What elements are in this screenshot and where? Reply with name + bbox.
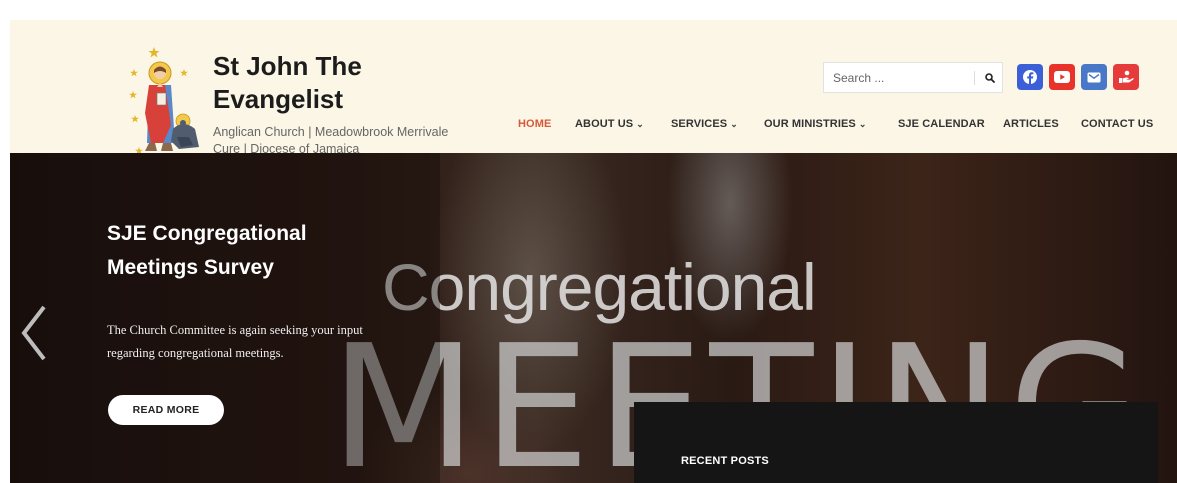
- youtube-icon: [1054, 71, 1070, 83]
- search-button[interactable]: [976, 63, 1003, 92]
- email-icon: [1087, 72, 1101, 82]
- read-more-button[interactable]: READ MORE: [108, 395, 224, 425]
- slider-prev-arrow-icon[interactable]: [20, 303, 50, 363]
- email-button[interactable]: [1081, 64, 1107, 90]
- site-title[interactable]: St John The Evangelist: [213, 50, 453, 116]
- slide-title[interactable]: SJE Congregational Meetings Survey: [107, 217, 367, 285]
- nav-services[interactable]: SERVICES ⌄: [671, 118, 738, 130]
- search-divider: [974, 71, 975, 85]
- search-input[interactable]: [824, 63, 974, 92]
- nav-about-us[interactable]: ABOUT US ⌄: [575, 118, 644, 130]
- nav-articles[interactable]: ARTICLES: [1003, 118, 1059, 130]
- nav-home[interactable]: HOME: [518, 118, 551, 130]
- chevron-down-icon: ⌄: [636, 118, 644, 129]
- search-box: [823, 62, 1003, 93]
- nav-sje-calendar[interactable]: SJE CALENDAR: [898, 118, 985, 130]
- church-logo[interactable]: [127, 43, 203, 163]
- recent-posts-widget: RECENT POSTS: [634, 402, 1158, 483]
- site-header: St John The Evangelist Anglican Church |…: [10, 20, 1177, 156]
- hero-slider: Congregational MEETING SJE Congregationa…: [10, 153, 1177, 483]
- nav-our-ministries-label: OUR MINISTRIES: [764, 118, 856, 130]
- donate-icon: [1119, 70, 1134, 83]
- chevron-down-icon: ⌄: [858, 118, 867, 129]
- donate-button[interactable]: [1113, 64, 1139, 90]
- hero-overlay: [10, 153, 440, 483]
- facebook-button[interactable]: [1017, 64, 1043, 90]
- facebook-icon: [1023, 70, 1037, 85]
- page: St John The Evangelist Anglican Church |…: [0, 0, 1177, 483]
- nav-our-ministries[interactable]: OUR MINISTRIES ⌄: [764, 118, 867, 130]
- youtube-button[interactable]: [1049, 64, 1075, 90]
- recent-posts-title: RECENT POSTS: [681, 455, 769, 467]
- search-icon: [984, 72, 995, 83]
- slide-text: The Church Committee is again seeking yo…: [107, 323, 363, 360]
- chevron-down-icon: ⌄: [730, 118, 738, 129]
- nav-contact-us[interactable]: CONTACT US: [1081, 118, 1153, 130]
- nav-services-label: SERVICES: [671, 118, 728, 130]
- nav-about-us-label: ABOUT US: [575, 118, 634, 130]
